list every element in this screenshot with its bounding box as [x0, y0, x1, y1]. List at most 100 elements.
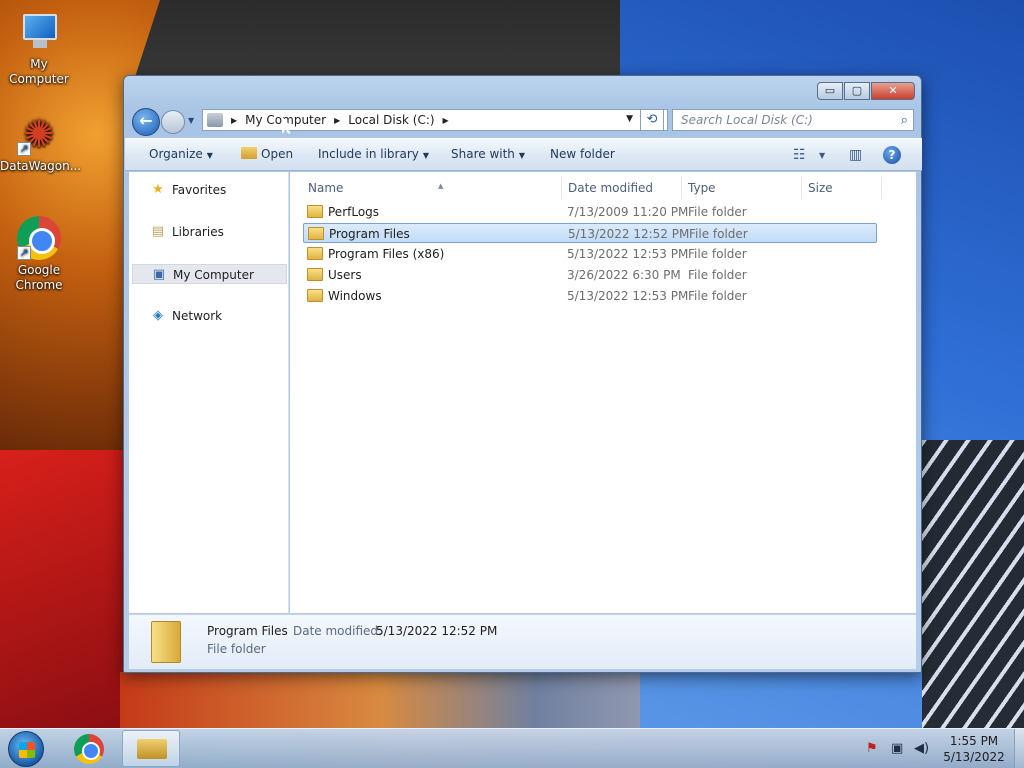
file-row-program-files[interactable]: Program Files 5/13/2022 12:52 PM File fo… — [303, 223, 877, 243]
file-date: 5/13/2022 12:53 PM — [567, 247, 689, 261]
folder-icon — [151, 621, 181, 663]
drive-icon — [207, 113, 223, 127]
column-header-type[interactable]: Type — [682, 177, 802, 199]
nav-item-label: Libraries — [172, 225, 224, 239]
libraries-icon: ▤ — [151, 224, 165, 239]
refresh-button[interactable]: ⟲ — [640, 109, 664, 131]
shortcut-arrow-icon: ↗ — [17, 142, 31, 156]
file-name: Windows — [328, 289, 382, 303]
preview-pane-icon[interactable]: ▥ — [849, 147, 862, 163]
share-with-label: Share with — [451, 147, 515, 161]
file-name: Program Files — [329, 227, 410, 241]
explorer-window: ▭ ▢ ✕ ← ▼ ▶ My Computer ▶ Local Disk (C:… — [123, 75, 922, 673]
file-name: Program Files (x86) — [328, 247, 445, 261]
shortcut-arrow-icon: ↗ — [17, 246, 31, 260]
volume-icon[interactable]: ◀) — [914, 741, 929, 756]
computer-icon — [17, 10, 61, 54]
taskbar-chrome-button[interactable] — [74, 734, 104, 764]
file-row-perflogs[interactable]: PerfLogs 7/13/2009 11:20 PM File folder — [303, 202, 877, 222]
taskbar-explorer-button[interactable] — [122, 730, 180, 767]
network-icon[interactable]: ▣ — [891, 741, 903, 756]
chevron-right-icon[interactable]: ▶ — [231, 116, 237, 125]
nav-item-network[interactable]: ◈ Network — [132, 306, 287, 326]
open-label: Open — [261, 147, 294, 161]
sort-ascending-icon: ▲ — [438, 182, 444, 190]
search-icon[interactable]: ⌕ — [901, 111, 908, 131]
file-row-program-files-x86[interactable]: Program Files (x86) 5/13/2022 12:53 PM F… — [303, 244, 877, 264]
new-folder-button[interactable]: New folder — [550, 147, 615, 161]
action-center-icon[interactable]: ⚑ — [866, 741, 878, 756]
desktop-icon-datawagon[interactable]: ✺ ↗ DataWagon... — [0, 112, 81, 174]
minimize-button[interactable]: ▭ — [817, 82, 843, 100]
address-row: ← ▼ ▶ My Computer ▶ Local Disk (C:) ▶ ▼ … — [132, 106, 915, 136]
column-label: Size — [808, 181, 833, 195]
column-label: Type — [688, 181, 716, 195]
open-button[interactable]: Open — [241, 147, 293, 161]
folder-icon — [308, 227, 324, 240]
nav-item-libraries[interactable]: ▤ Libraries — [132, 222, 287, 242]
close-button[interactable]: ✕ — [871, 82, 915, 100]
details-name: Program Files — [207, 624, 288, 638]
column-header-date-modified[interactable]: Date modified — [562, 177, 682, 199]
navigation-pane: ★ Favorites ▤ Libraries ▣ My Computer ◈ … — [129, 172, 289, 613]
details-type: File folder — [207, 642, 266, 656]
chevron-down-icon: ▼ — [518, 151, 526, 160]
column-header-name[interactable]: Name ▲ — [302, 177, 562, 199]
desktop-icon-my-computer[interactable]: My Computer — [0, 10, 78, 87]
file-name: PerfLogs — [328, 205, 380, 219]
clock[interactable]: 1:55 PM 5/13/2022 — [940, 733, 1008, 765]
organize-button[interactable]: Organize ▼ — [149, 147, 213, 161]
file-list: Name ▲ Date modified Type Size PerfLogs … — [290, 172, 916, 613]
file-name: Users — [328, 268, 362, 282]
nav-item-label: Network — [172, 309, 223, 323]
wallpaper-bottom — [120, 672, 640, 728]
back-button[interactable]: ← — [132, 108, 160, 136]
clock-time: 1:55 PM — [949, 734, 999, 748]
new-folder-label: New folder — [550, 147, 615, 161]
maximize-button[interactable]: ▢ — [844, 82, 870, 100]
star-icon: ★ — [152, 182, 164, 197]
folder-icon — [307, 289, 323, 302]
chevron-down-icon: ▼ — [206, 151, 213, 160]
file-date: 5/13/2022 12:52 PM — [568, 227, 690, 241]
search-placeholder: Search Local Disk (C:) — [681, 113, 813, 127]
share-with-button[interactable]: Share with ▼ — [451, 147, 525, 161]
caption-buttons: ▭ ▢ ✕ — [816, 82, 915, 100]
details-date: 5/13/2022 12:52 PM — [376, 624, 498, 638]
file-date: 5/13/2022 12:53 PM — [567, 289, 689, 303]
column-label: Date modified — [568, 181, 654, 195]
file-row-users[interactable]: Users 3/26/2022 6:30 PM File folder — [303, 265, 877, 285]
chevron-right-icon[interactable]: ▶ — [443, 116, 449, 125]
desktop-icon-google-chrome[interactable]: ↗ Google Chrome — [0, 216, 78, 293]
address-bar[interactable]: ▶ My Computer ▶ Local Disk (C:) ▶ ▼ — [202, 109, 668, 131]
command-bar: Organize ▼ Open Include in library ▼ Share… — [125, 138, 922, 171]
column-header-size[interactable]: Size — [802, 177, 882, 199]
computer-icon: ▣ — [152, 267, 166, 282]
file-type: File folder — [688, 289, 747, 303]
address-dropdown[interactable]: ▼ — [626, 114, 633, 124]
open-folder-icon — [241, 147, 257, 159]
breadcrumb-local-disk[interactable]: Local Disk (C:) — [348, 113, 434, 127]
nav-item-label: Favorites — [172, 183, 227, 197]
view-options-icon[interactable]: ☷ — [793, 147, 806, 163]
chevron-right-icon[interactable]: ▶ — [334, 116, 340, 125]
chrome-icon: ↗ — [17, 216, 61, 260]
file-row-windows[interactable]: Windows 5/13/2022 12:53 PM File folder — [303, 286, 877, 306]
forward-button[interactable] — [161, 110, 185, 134]
chevron-down-icon[interactable]: ▼ — [819, 151, 825, 160]
start-button[interactable] — [8, 731, 44, 767]
help-icon[interactable]: ? — [883, 146, 901, 164]
nav-item-favorites[interactable]: ★ Favorites — [132, 180, 287, 200]
details-pane: Program Files Date modified: 5/13/2022 1… — [129, 614, 916, 669]
recent-pages-dropdown[interactable]: ▼ — [188, 116, 194, 125]
search-input[interactable]: Search Local Disk (C:) ⌕ — [672, 109, 914, 131]
folder-icon — [307, 205, 323, 218]
file-date: 7/13/2009 11:20 PM — [567, 205, 689, 219]
folder-icon — [307, 268, 323, 281]
nav-item-my-computer[interactable]: ▣ My Computer — [132, 264, 287, 284]
include-in-library-button[interactable]: Include in library ▼ — [318, 147, 429, 161]
network-icon: ◈ — [153, 308, 163, 323]
file-type: File folder — [688, 247, 747, 261]
show-desktop-button[interactable] — [1014, 729, 1024, 768]
organize-label: Organize — [149, 147, 203, 161]
